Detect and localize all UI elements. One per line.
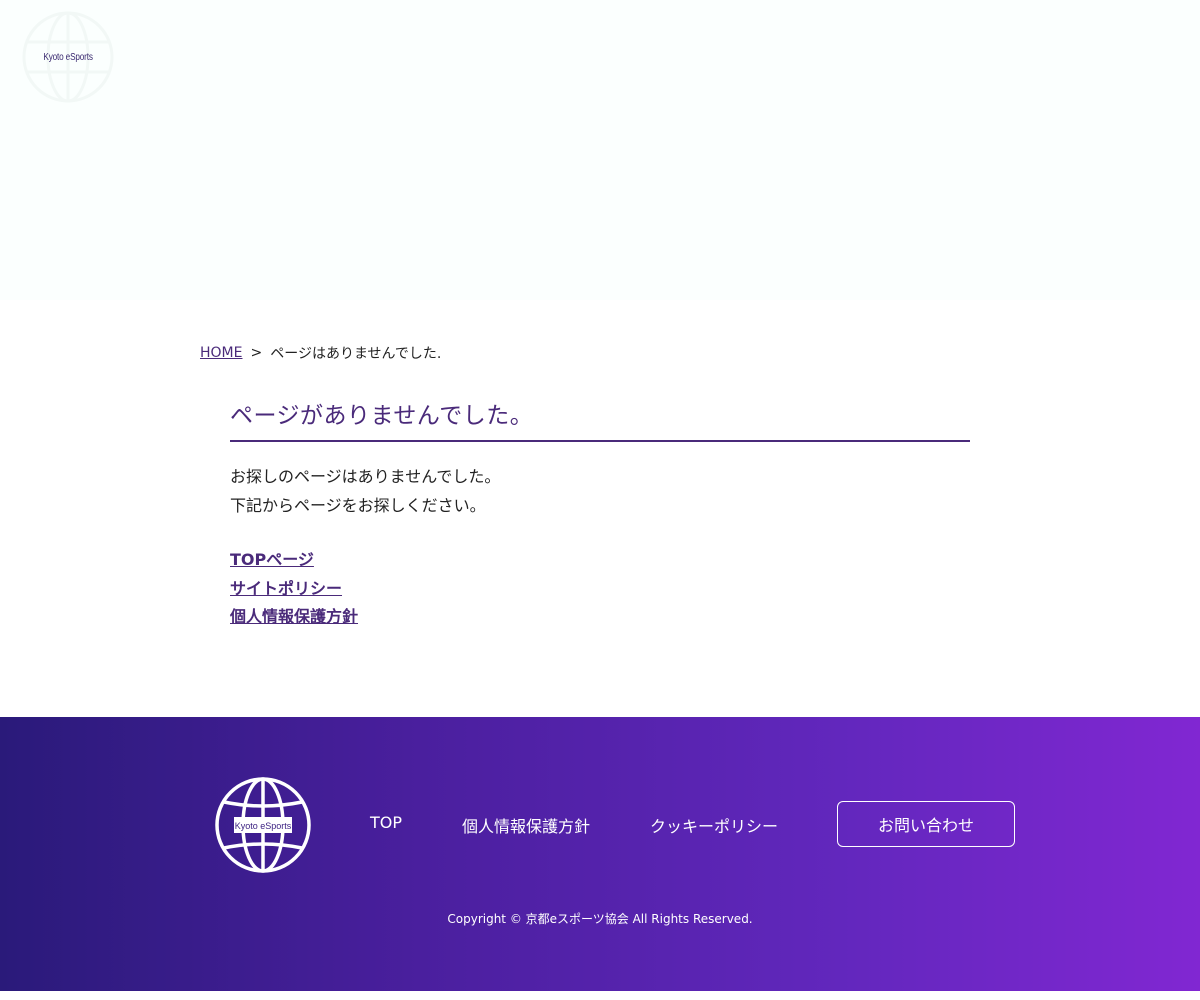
globe-icon: Kyoto eSports xyxy=(215,777,311,873)
message-line-2: 下記からページをお探しください。 xyxy=(230,496,486,515)
page-title: ページがありませんでした。 xyxy=(230,396,970,442)
footer-nav-cookie-policy[interactable]: クッキーポリシー xyxy=(650,813,778,837)
site-logo-text: Kyoto eSports xyxy=(43,52,93,63)
breadcrumb-home-link[interactable]: HOME xyxy=(200,345,242,361)
footer-nav-privacy-policy[interactable]: 個人情報保護方針 xyxy=(462,813,590,837)
copyright: Copyright © 京都eスポーツ協会 All Rights Reserve… xyxy=(447,912,753,926)
footer-logo-text: Kyoto eSports xyxy=(235,821,292,831)
contact-button[interactable]: お問い合わせ xyxy=(837,801,1015,847)
hero-banner: Kyoto eSports xyxy=(0,0,1200,300)
breadcrumb-current: ページはありませんでした. xyxy=(270,346,442,362)
breadcrumb-separator: > xyxy=(250,345,263,361)
site-logo[interactable]: Kyoto eSports xyxy=(18,0,118,115)
site-footer: Kyoto eSports TOP 個人情報保護方針 クッキーポリシー お問い合… xyxy=(0,717,1200,991)
footer-nav-top[interactable]: TOP xyxy=(370,813,402,832)
main-content: ページがありませんでした。 お探しのページはありませんでした。 下記からページを… xyxy=(230,396,970,632)
message-line-1: お探しのページはありませんでした。 xyxy=(230,467,501,486)
top-page-link[interactable]: TOPページ xyxy=(230,546,314,575)
not-found-message: お探しのページはありませんでした。 下記からページをお探しください。 xyxy=(230,462,970,520)
privacy-policy-link[interactable]: 個人情報保護方針 xyxy=(230,603,358,632)
footer-logo[interactable]: Kyoto eSports xyxy=(214,776,312,874)
page-links: TOPページ サイトポリシー 個人情報保護方針 xyxy=(230,546,970,632)
site-policy-link[interactable]: サイトポリシー xyxy=(230,575,342,604)
breadcrumb: HOME > ページはありませんでした. xyxy=(200,343,441,363)
